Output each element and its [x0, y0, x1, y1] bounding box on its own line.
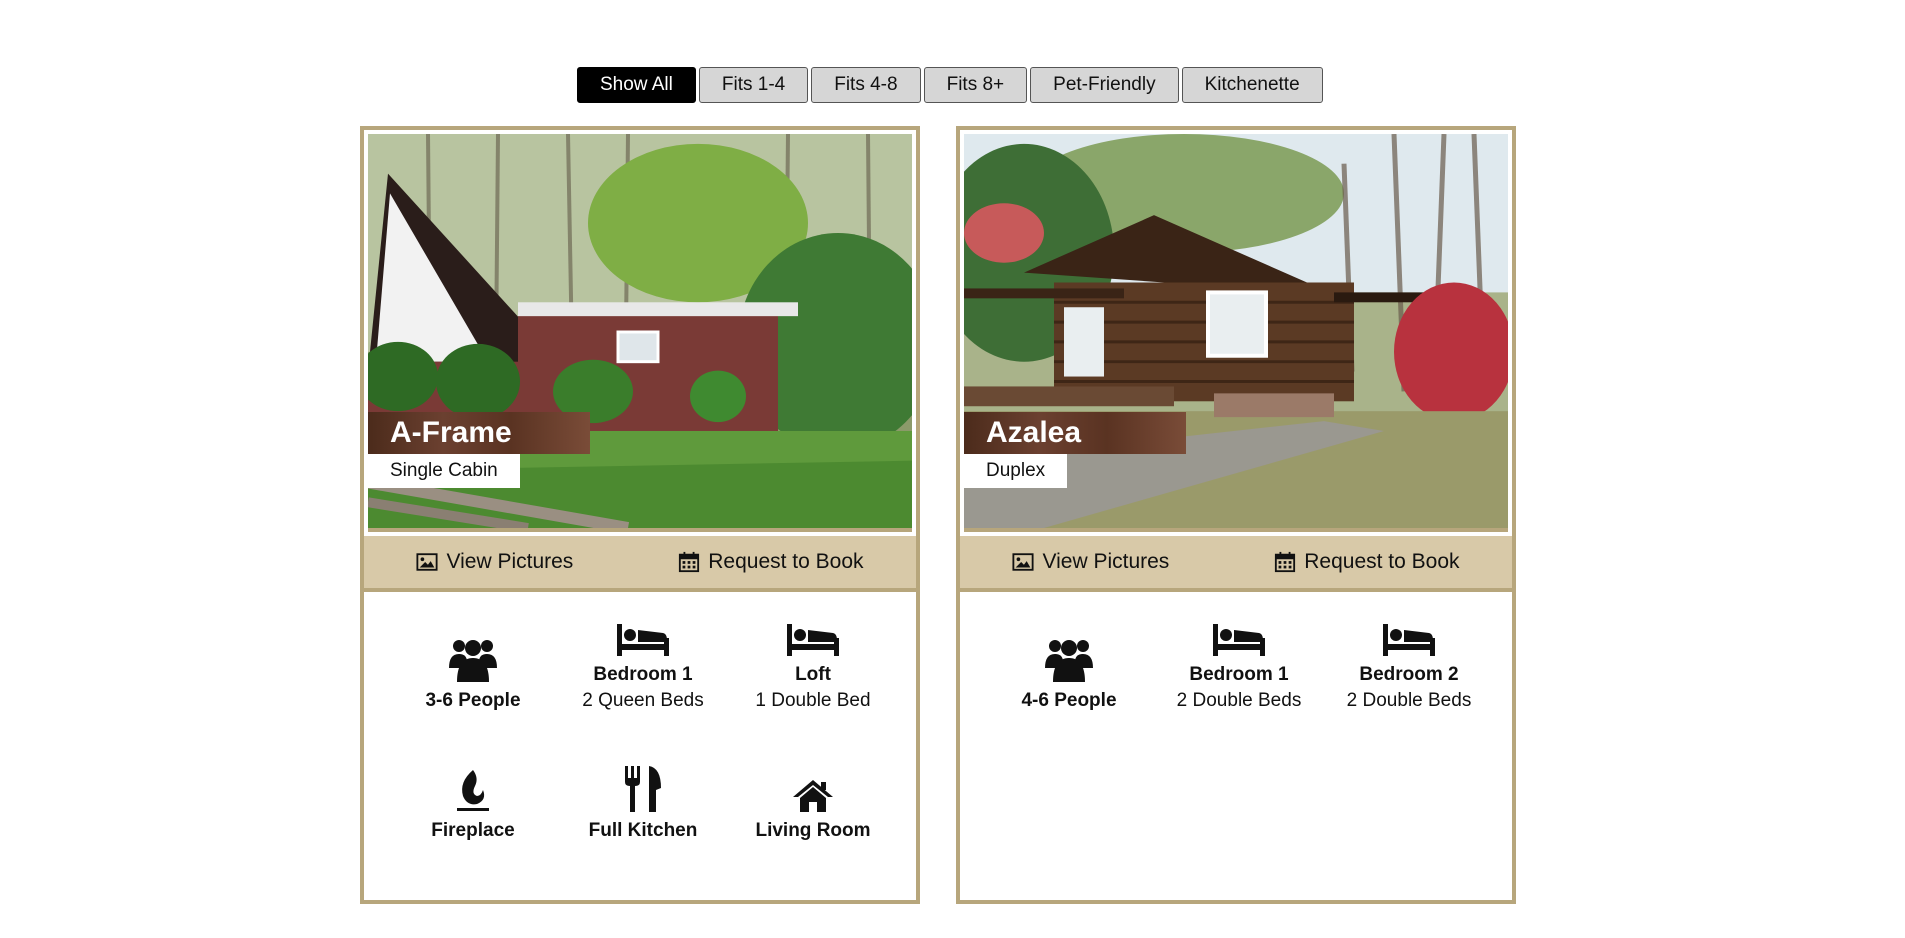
home-icon [793, 780, 833, 812]
cabin-card-a-frame: A-Frame Single Cabin View Pictures Reque… [360, 126, 920, 904]
calendar-icon [679, 551, 700, 573]
image-icon [416, 553, 439, 571]
feature-title: Bedroom 2 [1359, 664, 1459, 685]
feature-subtitle: 1 Double Bed [755, 690, 871, 711]
feature-title: Loft [795, 664, 831, 685]
view-pictures-button[interactable]: View Pictures [416, 550, 573, 574]
view-pictures-label: View Pictures [1042, 550, 1170, 573]
cabin-name: Azalea [964, 412, 1186, 454]
feature-item: Loft 1 Double Bed [728, 618, 898, 714]
request-to-book-button[interactable]: Request to Book [1274, 550, 1460, 574]
people-icon [449, 640, 497, 682]
feature-grid: 4-6 People Bedroom 1 2 Double Beds Bedro… [984, 618, 1494, 714]
request-to-book-button[interactable]: Request to Book [678, 550, 864, 574]
feature-title: Bedroom 1 [1189, 664, 1289, 685]
feature-subtitle: 2 Double Beds [1176, 690, 1302, 711]
filter-pet-friendly-button[interactable]: Pet-Friendly [1030, 67, 1179, 103]
feature-item: Bedroom 1 2 Queen Beds [558, 618, 728, 714]
request-to-book-label: Request to Book [708, 550, 864, 573]
filter-fits-8-plus-button[interactable]: Fits 8+ [923, 67, 1028, 103]
feature-title: 4-6 People [1021, 690, 1117, 711]
cabin-type-tag: Duplex [964, 454, 1068, 488]
filter-fits-4-8-button[interactable]: Fits 4-8 [811, 67, 921, 103]
cabin-photo[interactable]: Azalea Duplex [964, 134, 1508, 532]
feature-item: 3-6 People [388, 618, 558, 714]
kitchen-icon [625, 766, 661, 812]
filter-fits-1-4-button[interactable]: Fits 1-4 [698, 67, 809, 103]
feature-item: Bedroom 1 2 Double Beds [1154, 618, 1324, 714]
feature-item: Fireplace [388, 748, 558, 844]
request-to-book-label: Request to Book [1304, 550, 1460, 573]
bed-icon [617, 624, 669, 656]
feature-item: Full Kitchen [558, 748, 728, 844]
feature-title: Bedroom 1 [593, 664, 693, 685]
feature-subtitle: 2 Queen Beds [582, 690, 704, 711]
fireplace-icon [457, 770, 489, 811]
bed-icon [1213, 624, 1265, 656]
bed-icon [1383, 624, 1435, 656]
cabin-type-tag: Single Cabin [368, 454, 520, 488]
cabin-name: A-Frame [368, 412, 590, 454]
bed-icon [787, 624, 839, 656]
filter-kitchenette-button[interactable]: Kitchenette [1181, 67, 1323, 103]
feature-title: Full Kitchen [588, 820, 698, 841]
feature-item: Living Room [728, 748, 898, 844]
people-icon [1045, 640, 1093, 682]
filter-bar: Show All Fits 1-4 Fits 4-8 Fits 8+ Pet-F… [577, 67, 1323, 103]
view-pictures-button[interactable]: View Pictures [1012, 550, 1169, 574]
calendar-icon [1275, 551, 1296, 573]
cabin-photo[interactable]: A-Frame Single Cabin [368, 134, 912, 532]
cabin-card-azalea: Azalea Duplex View Pictures Request to B… [956, 126, 1516, 904]
feature-item: 4-6 People [984, 618, 1154, 714]
view-pictures-label: View Pictures [446, 550, 574, 573]
feature-title: Fireplace [431, 820, 515, 841]
feature-title: Living Room [755, 820, 871, 841]
feature-subtitle: 2 Double Beds [1346, 690, 1472, 711]
feature-grid: 3-6 People Bedroom 1 2 Queen Beds Loft 1… [388, 618, 898, 844]
filter-show-all-button[interactable]: Show All [577, 67, 696, 103]
feature-item: Bedroom 2 2 Double Beds [1324, 618, 1494, 714]
cabin-actions: View Pictures Request to Book [364, 536, 916, 592]
feature-title: 3-6 People [425, 690, 521, 711]
image-icon [1012, 553, 1035, 571]
cabin-actions: View Pictures Request to Book [960, 536, 1512, 592]
